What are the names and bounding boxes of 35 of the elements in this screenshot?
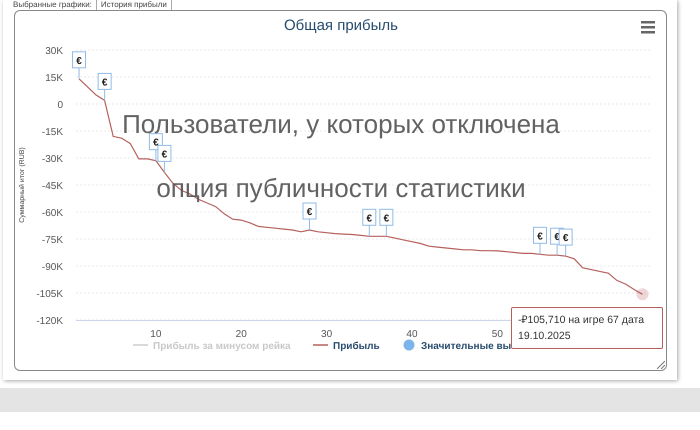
annotation: €	[153, 138, 160, 149]
x-tick-label: 40	[406, 329, 418, 340]
y-tick-label: 30K	[45, 46, 63, 57]
chart-title: Общая прибыль	[284, 17, 398, 34]
annotation: €	[384, 213, 390, 224]
x-tick-label: 20	[236, 329, 247, 340]
y-tick-label: -30K	[42, 154, 63, 165]
legend-item[interactable]: Прибыль	[313, 341, 380, 352]
legend-item[interactable]: Значительные вы	[404, 340, 512, 352]
legend-label: Прибыль	[333, 341, 380, 352]
y-tick-label: -75K	[42, 235, 63, 246]
annotation: €	[76, 56, 82, 67]
y-tick-label: 15K	[45, 73, 63, 84]
x-tick-label: 30	[321, 329, 332, 340]
annotation: €	[366, 213, 373, 224]
x-tick-label: 50	[492, 329, 503, 340]
y-tick-label: -45K	[42, 181, 63, 192]
chart-tooltip: -₽105,710 на игре 67 дата 19.10.2025	[511, 307, 663, 349]
y-tick-label: -60K	[42, 208, 63, 219]
x-tick-label: 10	[150, 329, 162, 340]
y-tick-label: -120K	[36, 316, 63, 327]
y-tick-label: -105K	[36, 289, 63, 300]
menu-icon[interactable]	[641, 21, 655, 34]
resize-grip-icon[interactable]	[657, 361, 665, 369]
annotation: €	[562, 233, 569, 244]
chart-select[interactable]: История прибыли	[96, 0, 172, 11]
annotation: €	[306, 207, 313, 218]
annotation: €	[102, 77, 108, 88]
selector-label: Выбранные графики:	[13, 0, 92, 10]
y-tick-label: -90K	[42, 262, 63, 273]
y-tick-label: -15K	[42, 127, 63, 138]
y-tick-label: 0	[57, 100, 63, 111]
hover-point	[636, 288, 648, 300]
annotation: €	[162, 149, 168, 160]
annotation: €	[537, 231, 544, 242]
